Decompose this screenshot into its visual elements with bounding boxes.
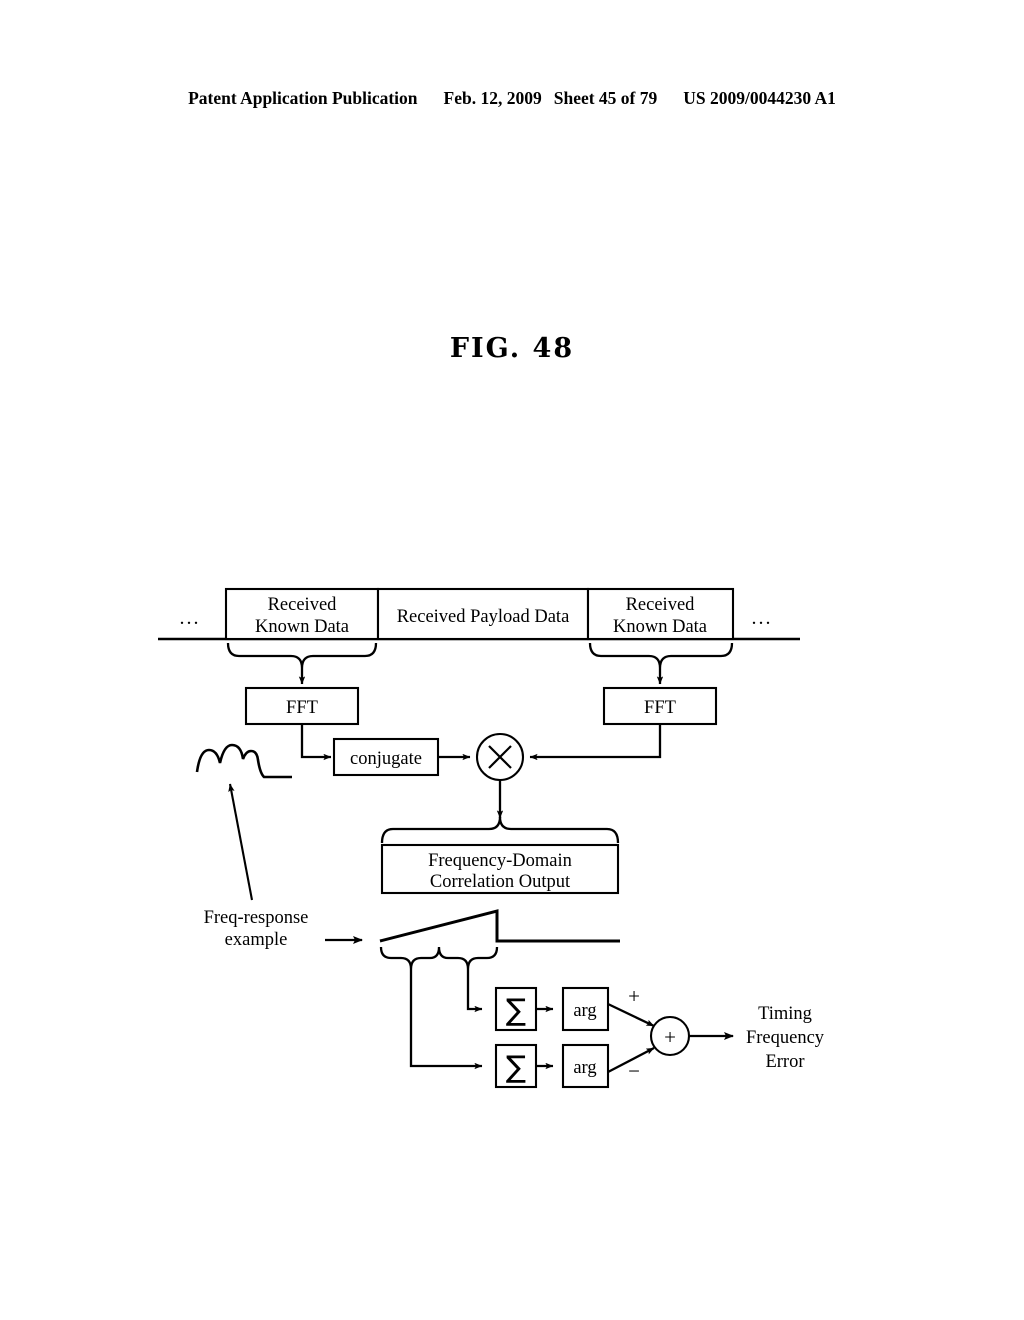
arrow-freq-response-pointer xyxy=(228,783,254,901)
block-frequency-domain-correlation-output: Frequency-Domain Correlation Output xyxy=(380,843,620,895)
block-received-known-data-left: Received Known Data xyxy=(224,587,380,641)
block-sum-lower: ∑ xyxy=(494,1043,538,1089)
path-fft-left-to-conjugate xyxy=(300,724,332,761)
sign-plus-label: + xyxy=(628,984,640,1008)
block-label-line1: Received Payload Data xyxy=(397,607,570,627)
output-label-line3: Error xyxy=(765,1052,804,1072)
freq-response-waveform-squiggle xyxy=(195,743,292,779)
sign-minus-label: − xyxy=(628,1059,640,1083)
correlation-output-line1: Frequency-Domain xyxy=(428,851,572,871)
ramp-waveform xyxy=(379,909,620,943)
adder-symbol: + xyxy=(664,1025,676,1049)
sum-upper-symbol: ∑ xyxy=(506,993,526,1028)
brace-left-known-data xyxy=(226,642,378,669)
path-brace-left-to-sum-lower xyxy=(409,969,483,1070)
freq-response-label-line1: Freq-response xyxy=(204,908,309,928)
brace-right-known-data xyxy=(588,642,734,669)
block-label-line2: Known Data xyxy=(255,617,349,637)
block-label-line2: Known Data xyxy=(613,617,707,637)
output-label-line1: Timing xyxy=(758,1004,812,1024)
correlation-output-line2: Correlation Output xyxy=(430,872,571,892)
arg-upper-label: arg xyxy=(573,1001,596,1021)
block-arg-upper: arg xyxy=(561,986,610,1032)
fft-left-label: FFT xyxy=(286,698,318,718)
block-label-line1: Received xyxy=(268,595,338,615)
arg-lower-label: arg xyxy=(573,1058,596,1078)
block-arg-lower: arg xyxy=(561,1043,610,1089)
block-sum-upper: ∑ xyxy=(494,986,538,1032)
freq-response-label-line2: example xyxy=(225,930,288,950)
brace-above-correlation-output xyxy=(380,816,620,844)
block-received-known-data-right: Received Known Data xyxy=(586,587,735,641)
figure-48-block-diagram: ... ... Received Known Data Received Pay… xyxy=(158,587,825,1089)
ellipsis-left: ... xyxy=(180,607,201,629)
block-fft-right: FFT xyxy=(602,686,718,726)
adder-node: + xyxy=(649,1015,691,1057)
fft-right-label: FFT xyxy=(644,698,676,718)
multiplier-node xyxy=(475,732,525,782)
block-conjugate: conjugate xyxy=(332,737,440,777)
ellipsis-right: ... xyxy=(752,607,773,629)
path-brace-right-to-sum-upper xyxy=(466,969,483,1013)
sum-lower-symbol: ∑ xyxy=(506,1050,526,1085)
patent-page: Patent Application Publication Feb. 12, 2… xyxy=(0,0,1024,1320)
block-fft-left: FFT xyxy=(244,686,360,726)
output-label-line2: Frequency xyxy=(746,1028,825,1048)
brace-under-ramp xyxy=(379,946,499,970)
block-received-payload-data: Received Payload Data xyxy=(376,587,590,641)
path-fft-right-to-multiplier xyxy=(529,724,662,761)
conjugate-label: conjugate xyxy=(350,749,422,769)
block-label-line1: Received xyxy=(626,595,696,615)
